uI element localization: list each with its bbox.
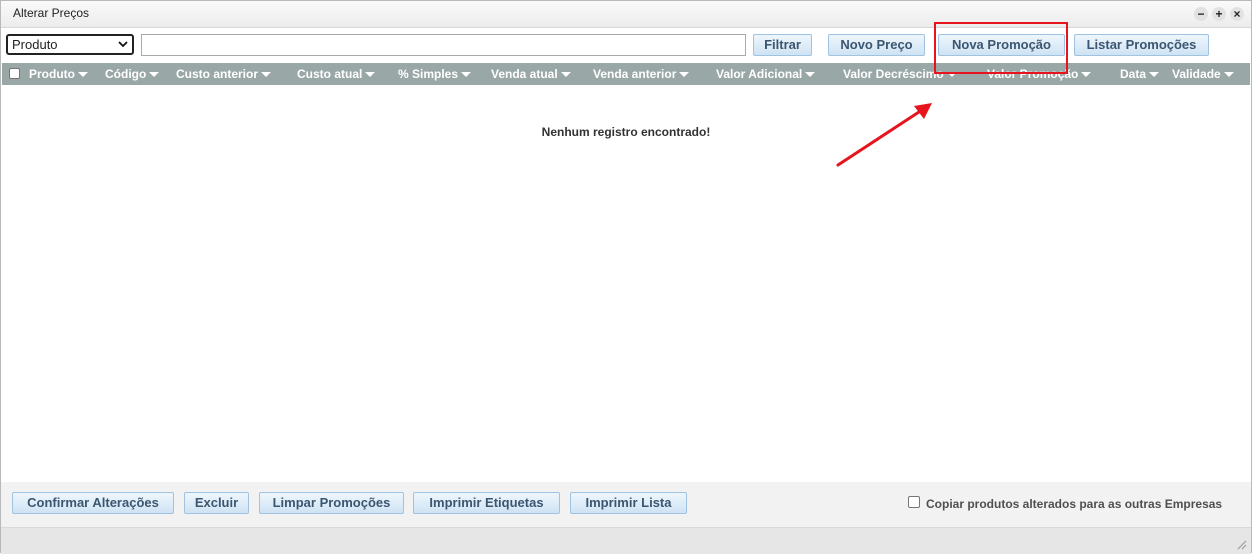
delete-button[interactable]: Excluir	[184, 492, 249, 514]
sort-arrow-icon	[261, 72, 272, 78]
list-promotions-button[interactable]: Listar Promoções	[1074, 34, 1209, 56]
column-header-data[interactable]: Data	[1120, 63, 1160, 85]
column-header-validade[interactable]: Validade	[1172, 63, 1234, 85]
sort-arrow-icon	[805, 72, 816, 78]
column-header-valor-adicional[interactable]: Valor Adicional	[716, 63, 816, 85]
filter-field-select[interactable]: Produto	[6, 34, 134, 55]
filter-field-value: Produto	[12, 37, 58, 52]
column-header-venda-anterior[interactable]: Venda anterior	[593, 63, 690, 85]
status-bar	[1, 527, 1251, 554]
column-header-venda-atual[interactable]: Venda atual	[491, 63, 571, 85]
column-header-simples[interactable]: % Simples	[398, 63, 472, 85]
pointer-arrow-icon	[836, 103, 932, 167]
confirm-changes-button[interactable]: Confirmar Alterações	[12, 492, 174, 514]
sort-arrow-icon	[1081, 72, 1092, 78]
alterar-precos-window: Alterar Preços − + × Produto Filtrar Nov…	[0, 0, 1252, 554]
sort-arrow-icon	[1223, 72, 1234, 78]
column-header-custo-anterior[interactable]: Custo anterior	[176, 63, 272, 85]
copy-to-companies-checkbox[interactable]	[908, 496, 920, 508]
sort-arrow-icon	[149, 72, 160, 78]
column-header-custo-atual[interactable]: Custo atual	[297, 63, 376, 85]
new-price-button[interactable]: Novo Preço	[828, 34, 925, 56]
column-header-produto[interactable]: Produto	[29, 63, 88, 85]
maximize-icon[interactable]: +	[1212, 7, 1226, 21]
clear-promotions-button[interactable]: Limpar Promoções	[259, 492, 404, 514]
sort-arrow-icon	[461, 72, 472, 78]
filter-button[interactable]: Filtrar	[753, 34, 812, 56]
chevron-down-icon	[118, 41, 128, 48]
empty-table-message: Nenhum registro encontrado!	[541, 125, 711, 139]
window-controls: − + ×	[1194, 7, 1244, 21]
print-list-button[interactable]: Imprimir Lista	[570, 492, 687, 514]
sort-arrow-icon	[78, 72, 88, 78]
select-all-checkbox[interactable]	[9, 68, 20, 79]
minimize-icon[interactable]: −	[1194, 7, 1208, 21]
highlight-box	[934, 22, 1068, 74]
copy-to-companies-label: Copiar produtos alterados para as outras…	[926, 497, 1223, 511]
sort-arrow-icon	[365, 72, 376, 78]
close-icon[interactable]: ×	[1230, 7, 1244, 21]
sort-arrow-icon	[679, 72, 690, 78]
search-input[interactable]	[141, 34, 746, 56]
window-title: Alterar Preços	[13, 6, 90, 20]
footer-actions: Confirmar Alterações Excluir Limpar Prom…	[1, 482, 1251, 527]
sort-arrow-icon	[1149, 72, 1160, 78]
resize-grip-icon[interactable]	[1235, 538, 1247, 550]
column-header-codigo[interactable]: Código	[105, 63, 160, 85]
print-labels-button[interactable]: Imprimir Etiquetas	[413, 492, 560, 514]
sort-arrow-icon	[560, 72, 571, 78]
